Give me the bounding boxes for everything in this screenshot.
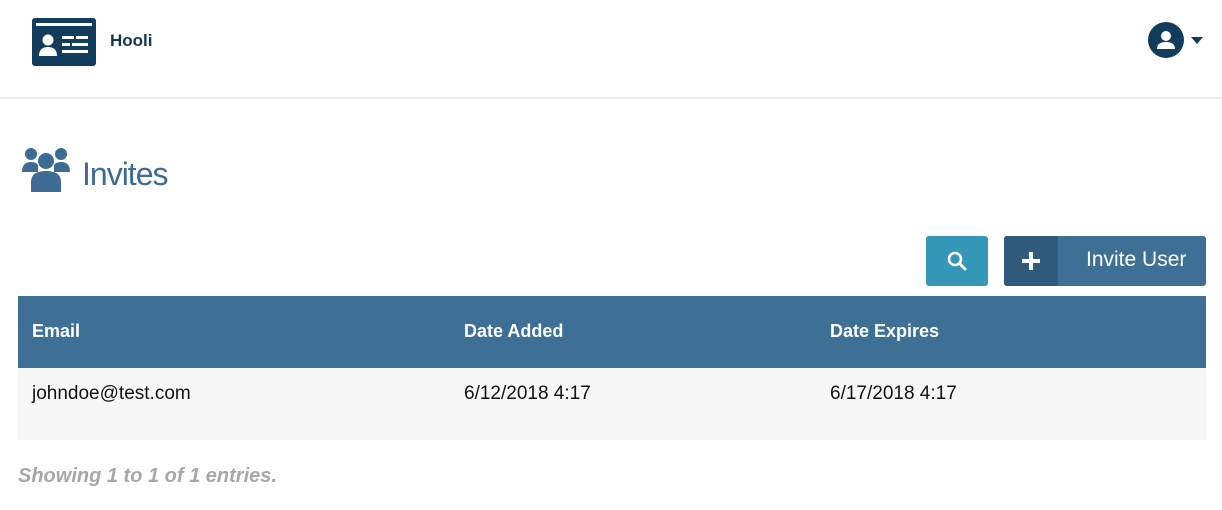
table-header: Email Date Added Date Expires: [18, 296, 1206, 368]
page-title: Invites: [82, 156, 168, 192]
id-card-icon[interactable]: [32, 18, 96, 66]
top-navbar: Hooli: [0, 0, 1222, 99]
entries-info: Showing 1 to 1 of 1 entries.: [18, 465, 277, 487]
search-button[interactable]: [926, 236, 988, 286]
column-header-date-expires[interactable]: Date Expires: [830, 321, 939, 342]
invite-user-button[interactable]: Invite User: [1004, 236, 1206, 286]
users-icon: [22, 148, 70, 192]
cell-date-added: 6/12/2018 4:17: [464, 383, 591, 404]
column-header-date-added[interactable]: Date Added: [464, 321, 563, 342]
table-row[interactable]: johndoe@test.com 6/12/2018 4:17 6/17/201…: [18, 368, 1206, 440]
cell-email: johndoe@test.com: [32, 383, 191, 404]
plus-icon: [1022, 252, 1040, 270]
user-avatar-icon[interactable]: [1148, 22, 1184, 58]
invites-table: Email Date Added Date Expires johndoe@te…: [18, 296, 1206, 440]
column-header-email[interactable]: Email: [32, 321, 80, 342]
chevron-down-icon[interactable]: [1191, 37, 1203, 44]
brand-name[interactable]: Hooli: [110, 31, 153, 51]
cell-date-expires: 6/17/2018 4:17: [830, 383, 957, 404]
invite-user-label: Invite User: [1086, 248, 1187, 271]
search-icon: [947, 251, 967, 271]
user-menu[interactable]: [1148, 22, 1208, 58]
plus-icon-box: [1004, 236, 1058, 286]
